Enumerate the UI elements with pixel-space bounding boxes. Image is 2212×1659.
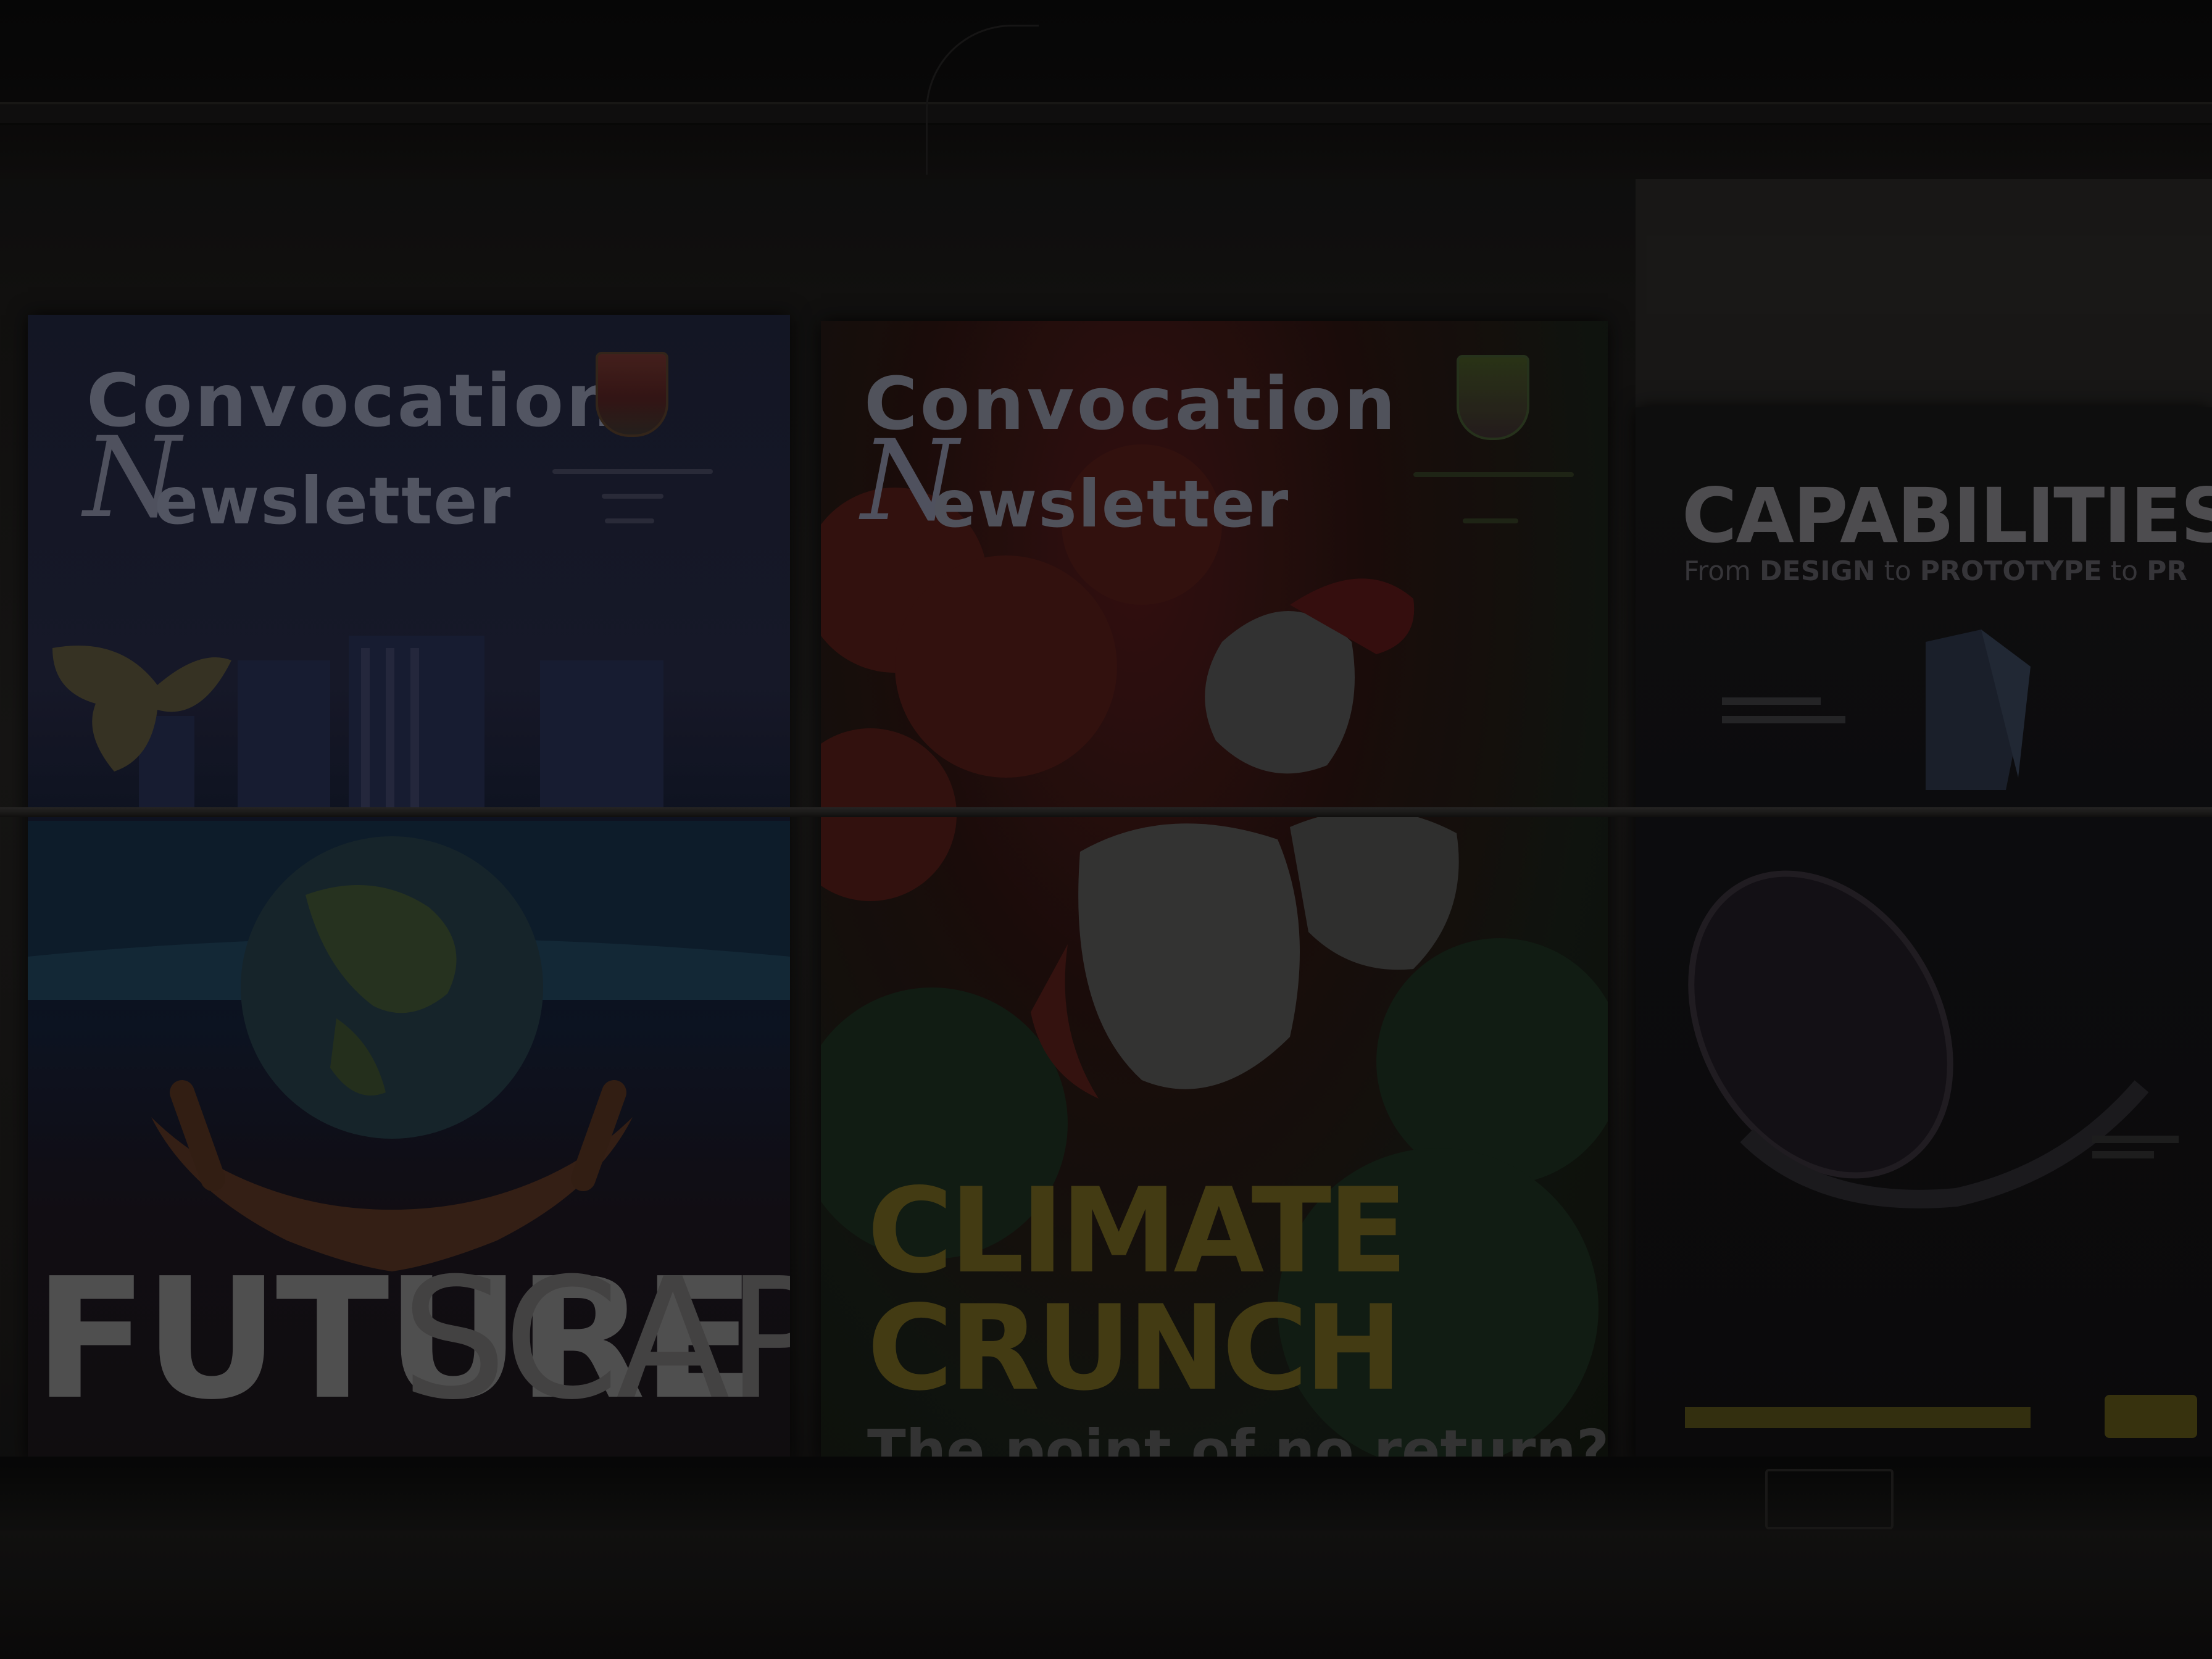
ceiling bbox=[0, 0, 2212, 179]
wall-segment bbox=[1636, 179, 2212, 414]
photo-scene: Convocation N ewsletter FUTURE SCAP Conv… bbox=[0, 0, 2212, 1659]
display-rail bbox=[0, 807, 2212, 817]
ceiling-beam bbox=[0, 102, 2212, 125]
headline-climate: CLIMATE bbox=[867, 1163, 1408, 1299]
crest-caption bbox=[1463, 518, 1518, 523]
masthead-subtitle: ewsletter bbox=[932, 467, 1290, 542]
lens-icon bbox=[1688, 870, 1953, 1179]
poster-artwork bbox=[1685, 630, 2197, 1438]
floor bbox=[0, 1531, 2212, 1659]
poster-climate-crunch: Convocation N ewsletter CLIMATE CRUNCH T… bbox=[821, 321, 1608, 1463]
crest-caption bbox=[1413, 472, 1574, 477]
poster-futurescape: Convocation N ewsletter FUTURE SCAP bbox=[28, 315, 790, 1463]
ledge-clip bbox=[1765, 1469, 1894, 1529]
headline-crunch: CRUNCH bbox=[867, 1280, 1402, 1416]
headline-futurescape-light: SCAPE bbox=[401, 1242, 790, 1436]
poster-capabilities: CAPABILITIES G From DESIGN to PROTOTYPE … bbox=[1636, 407, 2212, 1463]
university-crest-icon bbox=[1457, 355, 1529, 440]
